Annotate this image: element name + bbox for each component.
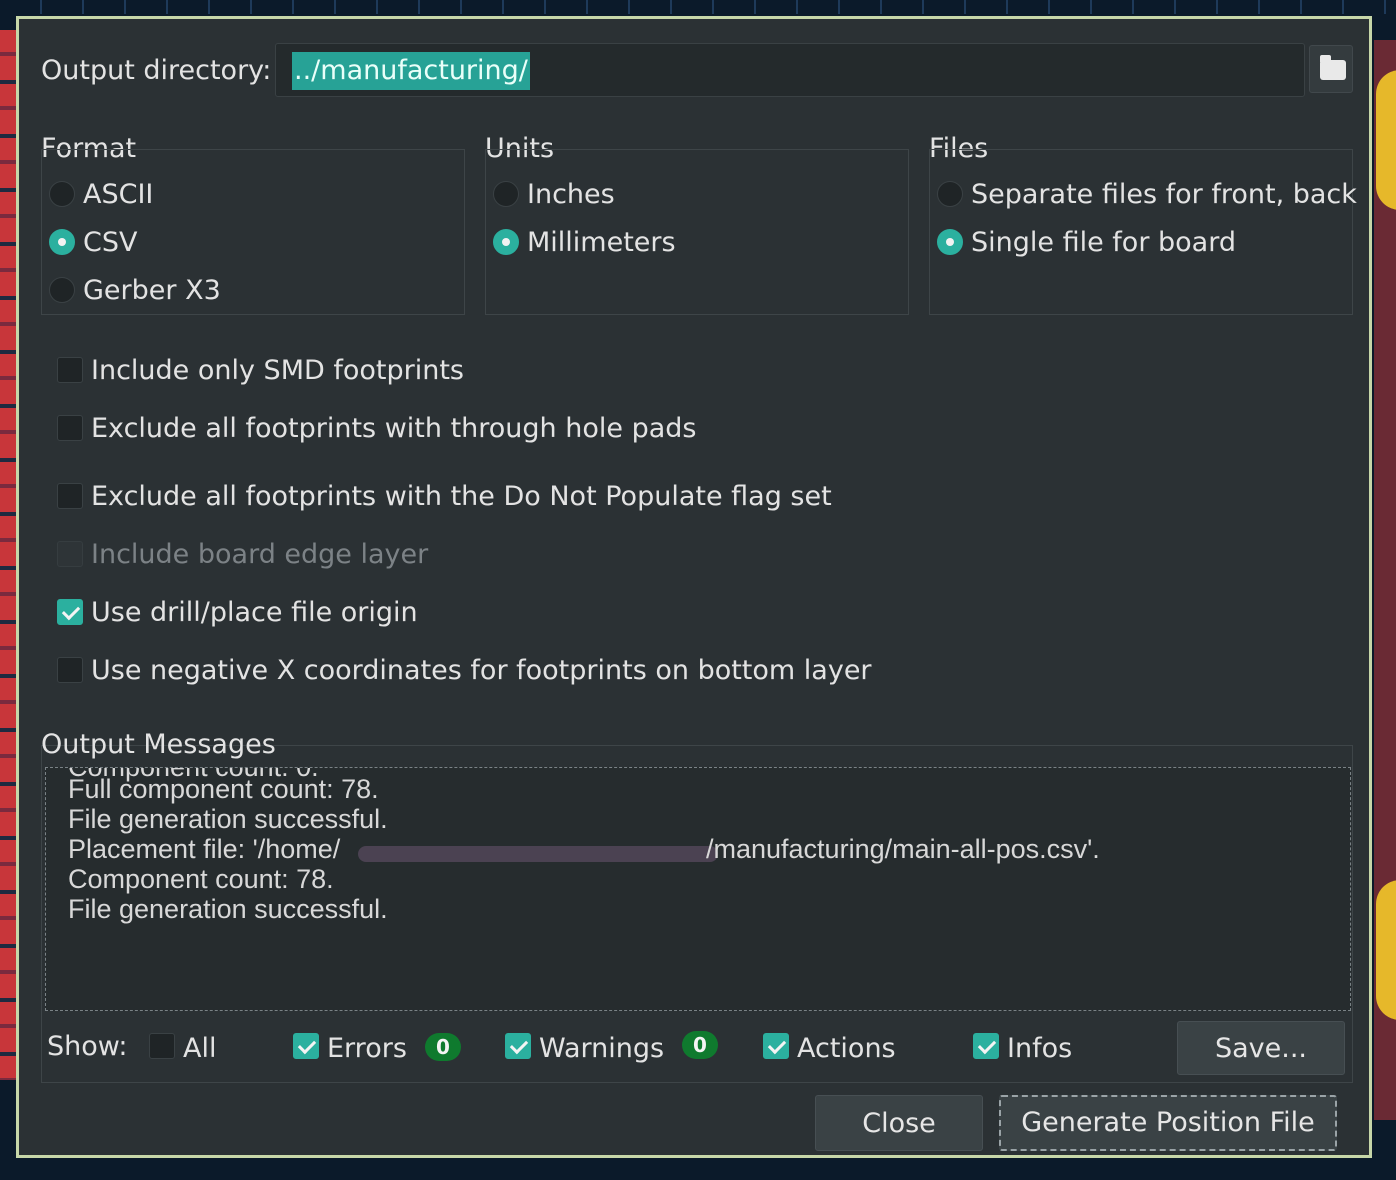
files-separate-label[interactable]: Separate files for front, back [971,179,1357,210]
show-warnings-label[interactable]: Warnings [539,1033,664,1064]
log-line: Component count: 78. [68,864,334,894]
show-errors-checkbox[interactable] [293,1033,319,1059]
folder-icon [1320,55,1346,80]
log-line: /manufacturing/main-all-pos.csv'. [706,834,1100,864]
include-board-edge-label: Include board edge layer [91,539,429,570]
generate-position-file-button[interactable]: Generate Position File [999,1095,1337,1151]
output-directory-input[interactable]: ../manufacturing/ [275,43,1305,97]
negative-x-coords-checkbox[interactable] [57,657,83,683]
save-messages-button[interactable]: Save... [1177,1021,1345,1075]
exclude-dnp-checkbox[interactable] [57,483,83,509]
show-actions-label[interactable]: Actions [797,1033,896,1064]
redacted-path [358,846,718,862]
files-single-label[interactable]: Single file for board [971,227,1236,258]
show-filter-label: Show: [47,1031,128,1062]
pcb-pad [1376,70,1396,210]
output-messages-log[interactable]: Component count: 0. Full component count… [45,767,1351,1011]
log-line: File generation successful. [68,894,388,924]
show-infos-label[interactable]: Infos [1007,1033,1072,1064]
negative-x-coords-label[interactable]: Use negative X coordinates for footprint… [91,655,872,686]
format-ascii-label[interactable]: ASCII [83,179,153,210]
exclude-dnp-label[interactable]: Exclude all footprints with the Do Not P… [91,481,832,512]
format-csv-radio[interactable] [49,229,75,255]
files-single-radio[interactable] [937,229,963,255]
show-infos-checkbox[interactable] [973,1033,999,1059]
log-line: Placement file: '/home/ [68,834,341,864]
pcb-background-top [0,0,1396,14]
include-smd-only-checkbox[interactable] [57,357,83,383]
output-directory-label: Output directory: [41,55,272,86]
show-all-checkbox[interactable] [149,1033,175,1059]
warnings-count-badge: 0 [682,1031,718,1059]
format-gerber-x3-radio[interactable] [49,277,75,303]
browse-directory-button[interactable] [1309,45,1353,93]
log-line: Full component count: 78. [68,774,379,804]
exclude-through-hole-label[interactable]: Exclude all footprints with through hole… [91,413,696,444]
exclude-through-hole-checkbox[interactable] [57,415,83,441]
errors-count-badge: 0 [425,1033,461,1061]
show-warnings-checkbox[interactable] [505,1033,531,1059]
show-all-label[interactable]: All [183,1033,216,1064]
units-millimeters-radio[interactable] [493,229,519,255]
show-errors-label[interactable]: Errors [327,1033,407,1064]
files-separate-radio[interactable] [937,181,963,207]
generate-position-file-dialog: Output directory: ../manufacturing/ Form… [16,16,1372,1158]
close-button[interactable]: Close [815,1095,983,1151]
format-gerber-x3-label[interactable]: Gerber X3 [83,275,221,306]
pcb-pad [1376,880,1396,1020]
output-directory-value[interactable]: ../manufacturing/ [292,52,530,90]
format-ascii-radio[interactable] [49,181,75,207]
units-millimeters-label[interactable]: Millimeters [527,227,676,258]
use-drill-place-origin-checkbox[interactable] [57,599,83,625]
show-actions-checkbox[interactable] [763,1033,789,1059]
output-messages-title: Output Messages [41,729,276,760]
use-drill-place-origin-label[interactable]: Use drill/place file origin [91,597,418,628]
include-smd-only-label[interactable]: Include only SMD footprints [91,355,464,386]
log-line: File generation successful. [68,804,388,834]
format-csv-label[interactable]: CSV [83,227,137,258]
units-inches-label[interactable]: Inches [527,179,615,210]
include-board-edge-checkbox [57,541,83,567]
units-inches-radio[interactable] [493,181,519,207]
